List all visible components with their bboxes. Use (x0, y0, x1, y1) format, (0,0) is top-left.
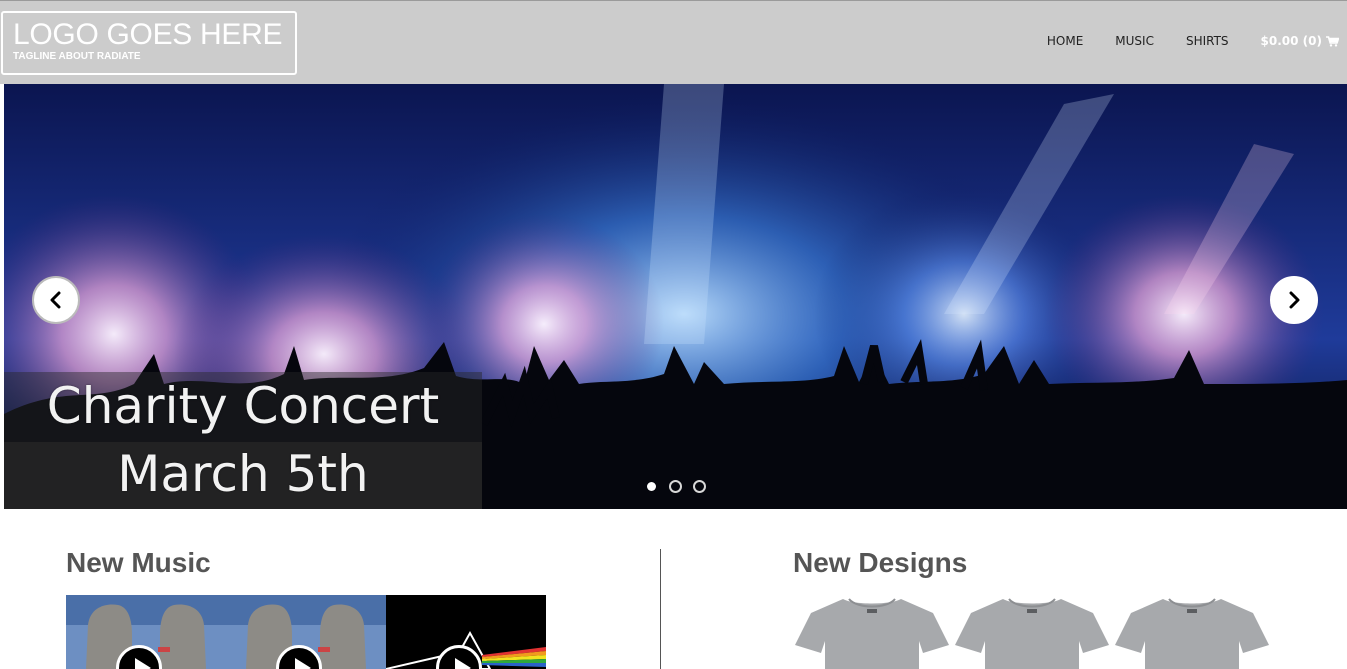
shirt-card[interactable] (1113, 595, 1271, 669)
album-card[interactable] (226, 595, 386, 669)
nav-item-shirts[interactable]: SHIRTS (1186, 34, 1229, 48)
carousel-prev-button[interactable] (32, 276, 80, 324)
album-card[interactable] (386, 595, 546, 669)
carousel-indicators (645, 480, 717, 493)
carousel-dot-3[interactable] (693, 480, 706, 493)
site-header: LOGO GOES HERE TAGLINE ABOUT RADIATE HOM… (0, 0, 1347, 84)
nav-item-home[interactable]: HOME (1047, 34, 1083, 48)
hero-carousel: Charity Concert March 5th (4, 84, 1347, 509)
main-nav: HOME MUSIC SHIRTS $0.00 (0) (1015, 34, 1339, 48)
new-designs-heading: New Designs (793, 547, 968, 578)
section-divider (660, 549, 661, 669)
slide-caption: Charity Concert March 5th (4, 372, 482, 508)
logo-tagline: TAGLINE ABOUT RADIATE (13, 51, 141, 62)
t-shirt-image (1115, 598, 1269, 669)
slide-caption-line2: March 5th (117, 445, 369, 503)
carousel-dot-1[interactable] (647, 482, 656, 491)
cart-link[interactable]: $0.00 (0) (1261, 34, 1339, 48)
slide-caption-line1: Charity Concert (46, 377, 440, 435)
t-shirt-image (795, 598, 949, 669)
nav-item-music[interactable]: MUSIC (1115, 34, 1154, 48)
shopping-cart-icon (1326, 35, 1339, 47)
cart-total: $0.00 (0) (1260, 34, 1322, 48)
carousel-next-button[interactable] (1270, 276, 1318, 324)
shirt-card[interactable] (953, 595, 1111, 669)
album-card[interactable] (66, 595, 226, 669)
t-shirt-image (955, 598, 1109, 669)
chevron-right-icon (1289, 291, 1300, 309)
chevron-left-icon (50, 291, 61, 309)
logo[interactable]: LOGO GOES HERE TAGLINE ABOUT RADIATE (1, 11, 297, 75)
new-music-heading: New Music (66, 547, 211, 578)
carousel-dot-2[interactable] (669, 480, 682, 493)
shirt-card[interactable] (793, 595, 951, 669)
logo-text: LOGO GOES HERE (13, 18, 283, 51)
